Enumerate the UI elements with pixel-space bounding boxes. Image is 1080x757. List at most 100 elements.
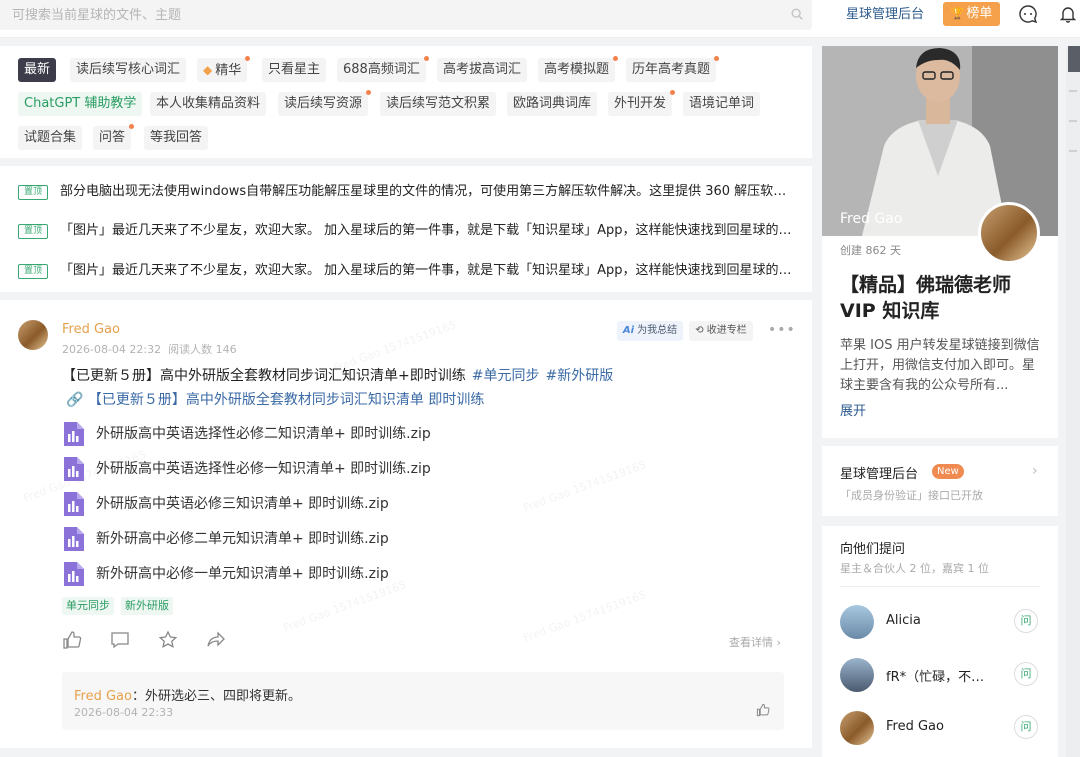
- file-name: 外研版高中英语选择性必修一知识清单+ 即时训练.zip: [96, 461, 431, 477]
- ask-button[interactable]: 问: [1014, 609, 1038, 633]
- filter-tag[interactable]: 外刊开发: [608, 90, 676, 116]
- pinned-item[interactable]: 置顶 「图片」最近几天来了不少星友，欢迎大家。 加入星球后的第一件事，就是下载「…: [18, 261, 798, 281]
- bell-icon[interactable]: [1058, 4, 1078, 24]
- pinned-item[interactable]: 置顶 部分电脑出现无法使用windows自带解压功能解压星球里的文件的情况，可使…: [18, 182, 798, 202]
- star-info-card: Fred Gao 创建 862 天 【精品】佛瑞德老师 VIP 知识库 苹果 I…: [822, 46, 1058, 438]
- post-card: Fred Gao 15741519165 Fred Gao 1574151916…: [0, 300, 812, 748]
- link-icon: 🔗: [66, 392, 88, 408]
- file-item[interactable]: 外研版高中英语必修三知识清单+ 即时训练.zip: [62, 492, 662, 516]
- new-badge: New: [932, 464, 964, 479]
- collect-button[interactable]: ⟲ 收进专栏: [689, 321, 753, 341]
- cover-name: Fred Gao: [840, 211, 903, 227]
- admin-card-title: 星球管理后台: [840, 467, 919, 482]
- ask-card-title: 向他们提问: [840, 542, 906, 557]
- file-item[interactable]: 新外研高中必修一单元知识清单+ 即时训练.zip: [62, 562, 662, 586]
- gem-icon: ◆: [203, 63, 213, 77]
- person-row[interactable]: fR*（忙碌，不… 问: [840, 658, 1050, 694]
- top-bar: 星球管理后台 🏆榜单: [0, 0, 1080, 38]
- post-tag[interactable]: 单元同步: [62, 597, 114, 615]
- comment-time: 2026-08-04 22:33: [74, 706, 174, 719]
- post-meta: 2026-08-04 22:32 阅读人数 146: [62, 341, 237, 357]
- comment-author[interactable]: Fred Gao: [74, 689, 132, 704]
- filter-label: 欧路词典词库: [513, 96, 592, 111]
- search-box[interactable]: [0, 0, 812, 30]
- filter-label: ChatGPT 辅助教学: [24, 96, 137, 111]
- ai-summary-label: 为我总结: [637, 325, 678, 336]
- filter-tag[interactable]: 试题合集: [18, 126, 83, 150]
- more-icon[interactable]: •••: [768, 322, 796, 338]
- person-name: Fred Gao: [886, 719, 944, 734]
- unread-dot: [423, 56, 429, 61]
- rank-button[interactable]: 🏆 榜单: [943, 2, 1000, 26]
- pinned-item[interactable]: 置顶 「图片」最近几天来了不少星友，欢迎大家。 加入星球后的第一件事，就是下载「…: [18, 221, 798, 241]
- chat-icon[interactable]: [1018, 4, 1038, 24]
- unread-dot: [670, 90, 676, 95]
- filter-tag[interactable]: 读后续写范文积累: [380, 92, 497, 116]
- watermark: Fred Gao 15741519165: [521, 588, 648, 645]
- expand-link[interactable]: 展开: [840, 400, 866, 419]
- filter-await-answer[interactable]: 等我回答: [144, 126, 209, 150]
- file-name: 新外研高中必修二单元知识清单+ 即时训练.zip: [96, 531, 389, 547]
- person-row[interactable]: Alicia 问: [840, 605, 1050, 641]
- filter-owner-only[interactable]: 只看星主: [262, 58, 327, 82]
- filter-tag[interactable]: 高考拔高词汇: [437, 58, 528, 82]
- file-item[interactable]: 外研版高中英语选择性必修二知识清单+ 即时训练.zip: [62, 422, 662, 446]
- filter-label: 最新: [24, 62, 51, 77]
- file-name: 新外研高中必修一单元知识清单+ 即时训练.zip: [96, 566, 389, 582]
- admin-card[interactable]: 星球管理后台 New 「成员身份验证」接口已开放 ›: [822, 446, 1058, 516]
- filter-tag[interactable]: 欧路词典词库: [507, 92, 598, 116]
- ai-summary-button[interactable]: Ai 为我总结: [617, 321, 683, 341]
- admin-link[interactable]: 星球管理后台: [846, 6, 924, 24]
- comment-icon[interactable]: [110, 630, 130, 650]
- filter-tag[interactable]: 高考模拟题: [538, 56, 619, 82]
- rank-button-label: 榜单: [966, 6, 993, 21]
- like-icon[interactable]: [62, 630, 82, 650]
- pinned-badge: 置顶: [18, 224, 48, 239]
- author-avatar[interactable]: [18, 320, 48, 350]
- hashtag-link[interactable]: #新外研版: [545, 368, 613, 384]
- zip-file-icon: [64, 422, 84, 446]
- zip-file-icon: [64, 527, 84, 551]
- ask-button[interactable]: 问: [1014, 662, 1038, 686]
- filter-tag[interactable]: 688高频词汇: [337, 56, 429, 82]
- zip-file-icon: [64, 457, 84, 481]
- filter-tag[interactable]: 读后续写核心词汇: [70, 58, 187, 82]
- file-item[interactable]: 外研版高中英语选择性必修一知识清单+ 即时训练.zip: [62, 457, 662, 481]
- share-icon[interactable]: [206, 630, 226, 650]
- pinned-text: 部分电脑出现无法使用windows自带解压功能解压星球里的文件的情况，可使用第三…: [60, 184, 794, 199]
- watermark: Fred Gao 15741519165: [281, 578, 408, 635]
- filter-qa[interactable]: 问答: [93, 124, 135, 150]
- search-input[interactable]: [12, 0, 772, 30]
- filter-label: 只看星主: [268, 62, 321, 77]
- trophy-icon: 🏆: [950, 7, 965, 20]
- filter-label: 外刊开发: [614, 96, 667, 111]
- search-icon[interactable]: [790, 7, 804, 21]
- filter-latest[interactable]: 最新: [18, 58, 57, 82]
- filter-tag[interactable]: 语境记单词: [683, 92, 761, 116]
- post-link[interactable]: 🔗 【已更新５册】高中外研版全套教材同步词汇知识清单 即时训练: [66, 390, 484, 410]
- ask-button[interactable]: 问: [1014, 715, 1038, 739]
- view-detail-label: 查看详情: [729, 636, 773, 649]
- person-name: fR*（忙碌，不…: [886, 670, 985, 685]
- author-name[interactable]: Fred Gao: [62, 322, 120, 337]
- filter-label: 试题合集: [24, 130, 77, 145]
- side-scrollbar[interactable]: [1066, 46, 1080, 757]
- filter-chatgpt[interactable]: ChatGPT 辅助教学: [18, 92, 143, 116]
- post-reads: 阅读人数 146: [168, 343, 237, 356]
- star-icon[interactable]: [158, 630, 178, 650]
- view-detail-link[interactable]: 查看详情 ›: [729, 634, 781, 650]
- post-tag[interactable]: 新外研版: [121, 597, 173, 615]
- person-row[interactable]: Fred Gao 问: [840, 711, 1050, 747]
- filter-featured[interactable]: ◆ 精华: [197, 56, 251, 82]
- filter-tag[interactable]: 本人收集精品资料: [150, 92, 267, 116]
- scroll-thumb[interactable]: [1068, 46, 1080, 72]
- file-item[interactable]: 新外研高中必修二单元知识清单+ 即时训练.zip: [62, 527, 662, 551]
- hashtag-link[interactable]: #单元同步: [472, 368, 540, 384]
- star-title: 【精品】佛瑞德老师 VIP 知识库: [840, 274, 1012, 322]
- unread-dot: [245, 56, 251, 61]
- comment-like-icon[interactable]: [756, 703, 770, 717]
- filter-tag[interactable]: 历年高考真题: [626, 56, 720, 82]
- star-avatar[interactable]: [978, 202, 1040, 264]
- filter-tag[interactable]: 读后续写资源: [278, 90, 372, 116]
- filter-label: 读后续写核心词汇: [76, 62, 181, 77]
